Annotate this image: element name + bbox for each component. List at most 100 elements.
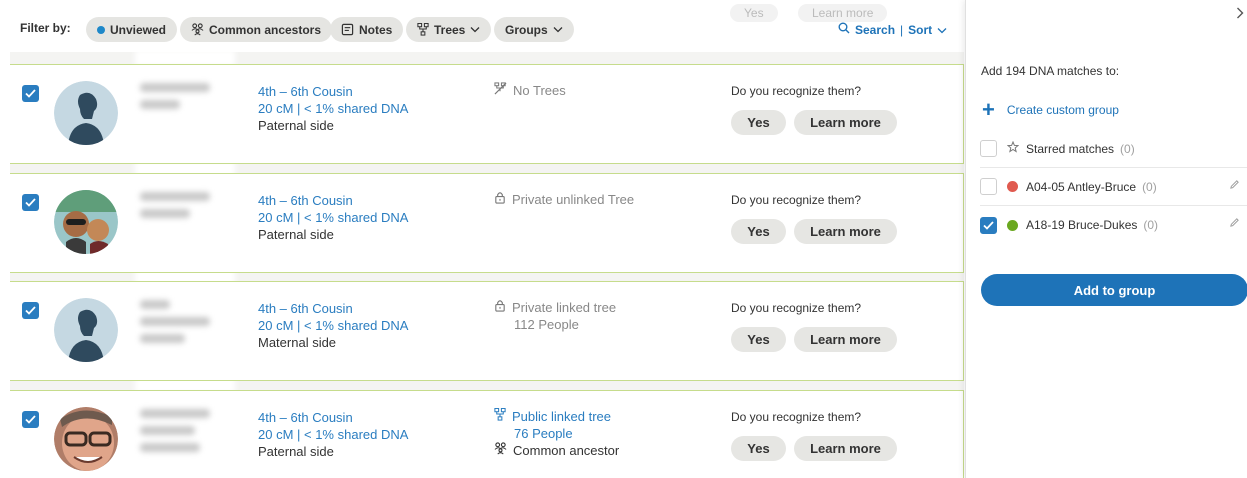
redacted-name bbox=[140, 83, 210, 117]
avatar[interactable] bbox=[54, 298, 118, 362]
group-count: (0) bbox=[1143, 218, 1159, 232]
redacted-name bbox=[140, 409, 210, 460]
side-label: Paternal side bbox=[258, 444, 334, 459]
relationship-link[interactable]: 4th – 6th Cousin bbox=[258, 409, 408, 426]
learn-more-button[interactable]: Learn more bbox=[794, 327, 897, 352]
match-card[interactable]: 4th – 6th Cousin 20 cM | < 1% shared DNA… bbox=[10, 173, 964, 273]
tree-info: Private unlinked Tree bbox=[494, 191, 634, 208]
search-icon bbox=[838, 22, 850, 37]
avatar[interactable] bbox=[54, 407, 118, 471]
note-icon bbox=[341, 23, 354, 36]
chevron-right-icon[interactable] bbox=[1236, 6, 1244, 22]
match-checkbox[interactable] bbox=[22, 194, 39, 211]
tree-icon bbox=[494, 407, 506, 425]
relationship-info: 4th – 6th Cousin 20 cM | < 1% shared DNA… bbox=[258, 192, 408, 243]
tree-icon bbox=[417, 23, 429, 36]
group-name: Starred matches bbox=[1026, 141, 1115, 156]
group-count: (0) bbox=[1120, 141, 1135, 156]
tree-people-count[interactable]: 76 People bbox=[494, 425, 619, 442]
match-checkbox[interactable] bbox=[22, 85, 39, 102]
recognize-question: Do you recognize them? bbox=[731, 301, 862, 315]
group-row-starred[interactable]: Starred matches (0) bbox=[980, 130, 1247, 168]
tree-info: Private linked tree 112 People bbox=[494, 299, 616, 333]
relationship-link[interactable]: 4th – 6th Cousin bbox=[258, 192, 408, 209]
match-card[interactable]: 4th – 6th Cousin 20 cM | < 1% shared DNA… bbox=[10, 281, 964, 381]
list-divider bbox=[10, 50, 964, 66]
redacted-name bbox=[140, 300, 210, 351]
chip-label: Groups bbox=[505, 22, 548, 37]
side-label: Paternal side bbox=[258, 118, 334, 133]
recognize-question: Do you recognize them? bbox=[731, 84, 862, 98]
yes-button[interactable]: Yes bbox=[731, 436, 786, 461]
filter-chip-groups[interactable]: Groups bbox=[494, 17, 574, 42]
pencil-icon[interactable] bbox=[1229, 179, 1240, 193]
shared-dna-link[interactable]: 20 cM | < 1% shared DNA bbox=[258, 209, 408, 226]
filter-chip-notes[interactable]: Notes bbox=[330, 17, 404, 42]
yes-button[interactable]: Yes bbox=[731, 219, 786, 244]
learn-more-button[interactable]: Learn more bbox=[794, 219, 897, 244]
group-count: (0) bbox=[1142, 179, 1157, 194]
avatar[interactable] bbox=[54, 190, 118, 254]
create-group-label: Create custom group bbox=[1006, 103, 1119, 117]
group-row-antley-bruce[interactable]: A04-05 Antley-Bruce (0) bbox=[980, 168, 1247, 206]
app-root: Yes Learn more Filter by: Unviewed Commo… bbox=[0, 0, 1247, 478]
group-color-dot bbox=[1007, 181, 1018, 192]
learn-more-button[interactable]: Learn more bbox=[794, 436, 897, 461]
filter-chip-common-ancestors[interactable]: Common ancestors bbox=[180, 17, 333, 42]
pencil-icon[interactable] bbox=[1229, 217, 1240, 231]
star-icon bbox=[1006, 140, 1020, 156]
group-checkbox[interactable] bbox=[980, 216, 997, 234]
group-row-bruce-dukes[interactable]: A18-19 Bruce-Dukes (0) bbox=[980, 206, 1247, 244]
lock-icon bbox=[494, 299, 506, 316]
no-tree-icon bbox=[494, 82, 507, 99]
group-name: A04-05 Antley-Bruce bbox=[1026, 179, 1137, 194]
chevron-down-icon bbox=[470, 26, 480, 33]
match-card[interactable]: 4th – 6th Cousin 20 cM | < 1% shared DNA… bbox=[10, 64, 964, 164]
search-sort-controls: Search | Sort bbox=[838, 22, 947, 37]
recognize-question: Do you recognize them? bbox=[731, 410, 862, 424]
avatar[interactable] bbox=[54, 81, 118, 145]
tree-status: No Trees bbox=[513, 83, 566, 98]
dot-icon bbox=[97, 25, 105, 34]
match-checkbox[interactable] bbox=[22, 411, 39, 428]
family-icon bbox=[191, 23, 204, 36]
group-checkbox[interactable] bbox=[980, 178, 997, 195]
search-link[interactable]: Search bbox=[855, 23, 895, 37]
yes-button[interactable]: Yes bbox=[731, 110, 786, 135]
filter-chip-unviewed[interactable]: Unviewed bbox=[86, 17, 178, 42]
recognize-question: Do you recognize them? bbox=[731, 193, 862, 207]
add-to-group-button[interactable]: Add to group bbox=[981, 274, 1247, 306]
tree-status: Private linked tree bbox=[512, 300, 617, 315]
match-checkbox[interactable] bbox=[22, 302, 39, 319]
sort-link[interactable]: Sort bbox=[908, 23, 932, 37]
yes-button[interactable]: Yes bbox=[731, 327, 786, 352]
match-list-area: Yes Learn more Filter by: Unviewed Commo… bbox=[0, 0, 965, 478]
relationship-info: 4th – 6th Cousin 20 cM | < 1% shared DNA… bbox=[258, 409, 408, 460]
learn-more-button[interactable]: Learn more bbox=[794, 110, 897, 135]
filter-chip-trees[interactable]: Trees bbox=[406, 17, 492, 42]
shared-dna-link[interactable]: 20 cM | < 1% shared DNA bbox=[258, 100, 408, 117]
chevron-down-icon[interactable] bbox=[937, 23, 947, 37]
filter-bar: Filter by: Unviewed Common ancestors Not… bbox=[0, 14, 965, 44]
shared-dna-link[interactable]: 20 cM | < 1% shared DNA bbox=[258, 317, 408, 334]
tree-people-count: 112 People bbox=[514, 317, 579, 332]
redacted-name bbox=[140, 192, 210, 226]
match-card[interactable]: 4th – 6th Cousin 20 cM | < 1% shared DNA… bbox=[10, 390, 964, 478]
relationship-info: 4th – 6th Cousin 20 cM | < 1% shared DNA… bbox=[258, 83, 408, 134]
tree-status-link[interactable]: Public linked tree bbox=[512, 408, 611, 425]
shared-dna-link[interactable]: 20 cM | < 1% shared DNA bbox=[258, 426, 408, 443]
common-ancestor-badge[interactable]: Common ancestor bbox=[494, 442, 619, 459]
chip-label: Unviewed bbox=[110, 22, 167, 37]
common-ancestor-label: Common ancestor bbox=[513, 443, 620, 458]
group-checkbox[interactable] bbox=[980, 140, 997, 157]
add-to-group-panel: Add 194 DNA matches to: + Create custom … bbox=[965, 0, 1247, 478]
group-name: A18-19 Bruce-Dukes bbox=[1026, 218, 1138, 232]
side-label: Paternal side bbox=[258, 227, 334, 242]
relationship-link[interactable]: 4th – 6th Cousin bbox=[258, 83, 408, 100]
create-custom-group-link[interactable]: + Create custom group bbox=[982, 99, 1119, 121]
filter-label: Filter by: bbox=[20, 21, 71, 35]
relationship-info: 4th – 6th Cousin 20 cM | < 1% shared DNA… bbox=[258, 300, 408, 351]
tree-status: Private unlinked Tree bbox=[512, 192, 635, 207]
relationship-link[interactable]: 4th – 6th Cousin bbox=[258, 300, 408, 317]
chip-label: Common ancestors bbox=[209, 22, 322, 37]
